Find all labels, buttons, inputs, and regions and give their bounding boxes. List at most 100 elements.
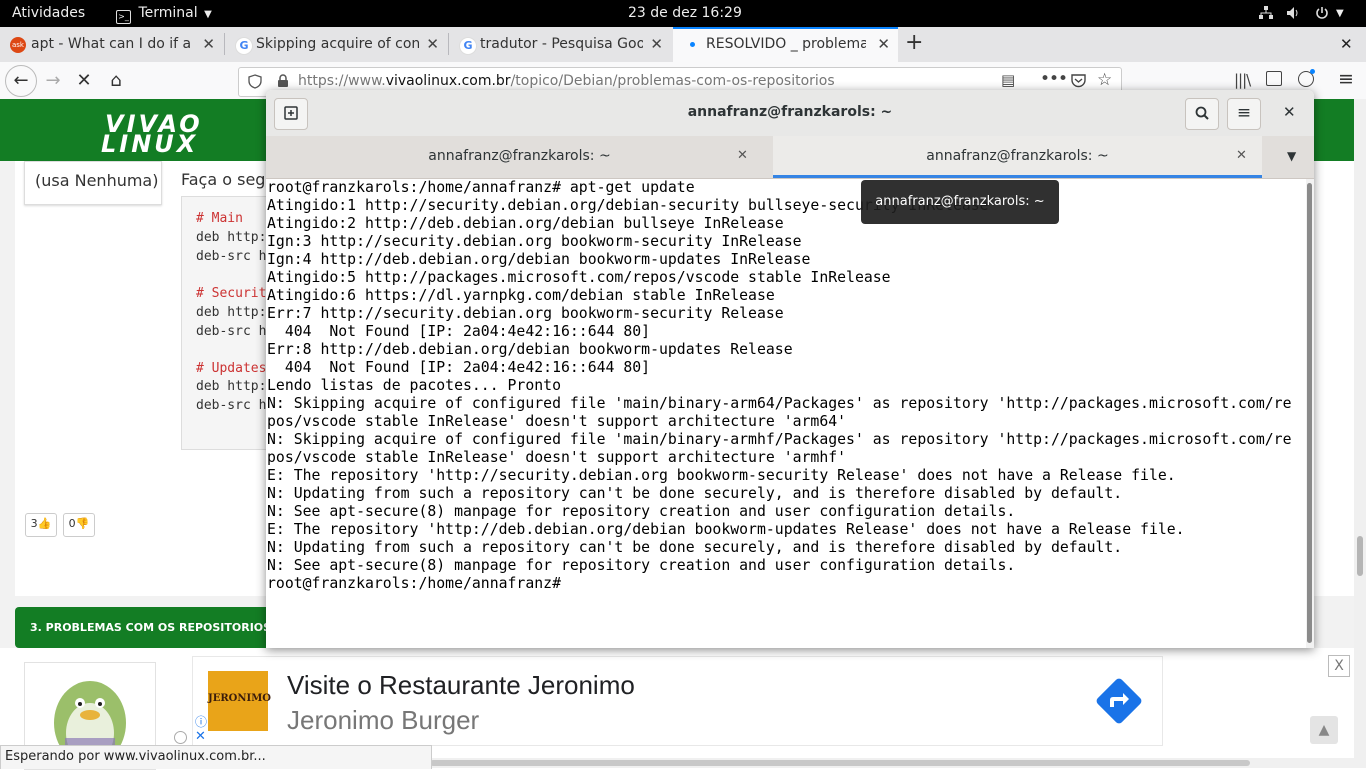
user-distro-box: (usa Nenhuma) bbox=[24, 161, 162, 205]
library-icon[interactable]: |||\ bbox=[1234, 71, 1251, 89]
downvote-button[interactable]: 0👎 bbox=[63, 513, 95, 537]
terminal-tab-label: annafranz@franzkarols: ~ bbox=[926, 148, 1109, 164]
code-line: deb-src h bbox=[196, 249, 267, 264]
terminal-scrollbar-thumb[interactable] bbox=[1307, 183, 1312, 643]
terminal-line: Atingido:6 https://dl.yarnpkg.com/debian… bbox=[267, 287, 775, 304]
terminal-line: N: See apt-secure(8) manpage for reposit… bbox=[267, 557, 1016, 574]
close-tab-icon[interactable]: ✕ bbox=[1236, 148, 1247, 163]
terminal-line: pos/vscode stable InRelease' doesn't sup… bbox=[267, 413, 847, 430]
new-tab-icon[interactable]: + bbox=[905, 31, 923, 55]
shield-icon[interactable] bbox=[248, 74, 262, 89]
terminal-window-title: annafranz@franzkarols: ~ bbox=[687, 104, 893, 120]
url-path: /topico/Debian/problemas-com-os-reposito… bbox=[510, 73, 835, 89]
loading-dot-icon bbox=[690, 42, 695, 47]
terminal-line: Atingido:5 http://packages.microsoft.com… bbox=[267, 269, 891, 286]
code-line: deb http: bbox=[196, 379, 267, 394]
terminal-line: Err:7 http://security.debian.org bookwor… bbox=[267, 305, 784, 322]
code-comment: # Securit bbox=[196, 286, 267, 301]
radio-option[interactable] bbox=[174, 731, 187, 744]
terminal-line: 404 Not Found [IP: 2a04:4e42:16::644 80] bbox=[267, 359, 651, 376]
scroll-to-top-icon[interactable]: ▲ bbox=[1310, 716, 1338, 744]
browser-tab-4-active[interactable]: RESOLVIDO _ problema ✕ bbox=[673, 27, 898, 63]
terminal-scrollbar[interactable] bbox=[1306, 179, 1314, 648]
page-scrollbar[interactable] bbox=[1354, 99, 1366, 758]
tab-title: apt - What can I do if a re bbox=[31, 36, 191, 52]
downvote-count: 0 bbox=[68, 517, 76, 530]
hamburger-menu-icon: ≡ bbox=[1236, 103, 1252, 123]
app-name-label: Terminal bbox=[138, 5, 198, 21]
tab-list-chevron-icon[interactable]: ▼ bbox=[1287, 149, 1296, 163]
home-icon[interactable]: ⌂ bbox=[102, 67, 130, 95]
browser-tab-2[interactable]: G Skipping acquire of confi ✕ bbox=[225, 27, 447, 62]
jeronimo-logo: JERONIMO bbox=[208, 671, 271, 731]
pocket-icon[interactable] bbox=[1071, 74, 1086, 88]
ad-subtitle: Jeronimo Burger bbox=[287, 705, 480, 735]
code-comment: # Main bbox=[196, 211, 243, 226]
ad-dismiss-button[interactable]: X bbox=[1328, 655, 1350, 677]
clock[interactable]: 23 de dez 16:29 bbox=[628, 5, 742, 22]
terminal-tab-label: annafranz@franzkarols: ~ bbox=[428, 148, 611, 164]
terminal-line: E: The repository 'http://deb.debian.org… bbox=[267, 521, 1185, 538]
thumbs-up-icon: 👍 bbox=[37, 517, 52, 530]
network-wired-icon[interactable] bbox=[1259, 6, 1273, 20]
vivaolinux-logo[interactable]: VIVAO LINUX bbox=[101, 112, 203, 156]
section-title: 3. PROBLEMAS COM OS REPOSITORIOS bbox=[30, 621, 272, 634]
close-tab-icon[interactable]: ✕ bbox=[650, 35, 663, 53]
terminal-line: Ign:3 http://security.debian.org bookwor… bbox=[267, 233, 802, 250]
close-window-icon[interactable]: ✕ bbox=[1340, 35, 1353, 53]
terminal-output[interactable]: root@franzkarols:/home/annafranz# apt-ge… bbox=[266, 179, 1306, 648]
browser-tab-3[interactable]: G tradutor - Pesquisa Goog ✕ bbox=[449, 27, 671, 62]
back-arrow-icon[interactable]: ← bbox=[5, 65, 37, 97]
terminal-line: root@franzkarols:/home/annafranz# apt-ge… bbox=[267, 179, 695, 196]
directions-icon[interactable] bbox=[1095, 677, 1143, 725]
search-button[interactable] bbox=[1185, 98, 1219, 130]
sidebar-icon[interactable] bbox=[1266, 71, 1282, 86]
close-window-icon[interactable]: ✕ bbox=[1283, 103, 1296, 121]
terminal-tab-bar: annafranz@franzkarols: ~ ✕ annafranz@fra… bbox=[266, 136, 1314, 179]
terminal-line: Ign:4 http://deb.debian.org/debian bookw… bbox=[267, 251, 811, 268]
h-scrollbar-thumb[interactable] bbox=[430, 760, 1250, 766]
ad-info-icon[interactable]: ⓘ bbox=[195, 713, 207, 730]
terminal-line: Atingido:2 http://deb.debian.org/debian … bbox=[267, 215, 784, 232]
url-text: https://www.vivaolinux.com.br/topico/Deb… bbox=[298, 73, 835, 89]
upvote-button[interactable]: 3👍 bbox=[25, 513, 57, 537]
ad-close-icon[interactable]: ✕ bbox=[195, 729, 206, 744]
ad-title: Visite o Restaurante Jeronimo bbox=[287, 670, 635, 700]
google-icon: G bbox=[459, 37, 477, 55]
lock-icon[interactable] bbox=[277, 74, 289, 88]
activities-button[interactable]: Atividades bbox=[12, 5, 85, 22]
stop-loading-icon[interactable]: ✕ bbox=[70, 67, 98, 95]
system-menu-chevron-icon[interactable]: ▼ bbox=[1336, 5, 1344, 22]
ad-banner[interactable]: JERONIMO Visite o Restaurante Jeronimo J… bbox=[192, 656, 1163, 746]
terminal-header-bar[interactable]: annafranz@franzkarols: ~ ≡ ✕ bbox=[266, 90, 1314, 137]
terminal-line: E: The repository 'http://security.debia… bbox=[267, 467, 1176, 484]
terminal-window[interactable]: annafranz@franzkarols: ~ ≡ ✕ annafranz@f… bbox=[266, 90, 1314, 648]
gnome-top-bar: Atividades >_ Terminal ▼ 23 de dez 16:29… bbox=[0, 0, 1366, 27]
tab-title: RESOLVIDO _ problema bbox=[706, 36, 866, 52]
power-icon[interactable] bbox=[1315, 6, 1329, 20]
account-badge-dot-icon bbox=[1310, 69, 1315, 74]
volume-icon[interactable] bbox=[1286, 6, 1300, 20]
page-actions-icon[interactable]: ••• bbox=[1040, 69, 1068, 89]
browser-tab-1[interactable]: ask apt - What can I do if a re ✕ bbox=[0, 27, 223, 62]
terminal-app-menu[interactable]: >_ Terminal ▼ bbox=[116, 5, 212, 24]
user-distro-label: (usa Nenhuma) bbox=[35, 171, 159, 190]
close-tab-icon[interactable]: ✕ bbox=[202, 35, 215, 53]
reader-view-icon[interactable]: ▤ bbox=[1001, 71, 1015, 89]
upvote-count: 3 bbox=[30, 517, 38, 530]
hamburger-menu-icon[interactable]: ≡ bbox=[1338, 68, 1354, 90]
bookmark-star-icon[interactable]: ☆ bbox=[1097, 70, 1112, 90]
forward-arrow-icon[interactable]: → bbox=[39, 67, 67, 95]
close-tab-icon[interactable]: ✕ bbox=[426, 35, 439, 53]
scrollbar-thumb[interactable] bbox=[1357, 536, 1363, 576]
horizontal-scrollbar[interactable] bbox=[430, 758, 1366, 768]
close-tab-icon[interactable]: ✕ bbox=[737, 148, 748, 163]
terminal-tab-1[interactable]: annafranz@franzkarols: ~ ✕ bbox=[266, 136, 773, 178]
close-tab-icon[interactable]: ✕ bbox=[877, 35, 890, 53]
tab-tooltip: annafranz@franzkarols: ~ bbox=[861, 180, 1059, 224]
thumbs-down-icon: 👎 bbox=[75, 517, 90, 530]
hamburger-menu-button[interactable]: ≡ bbox=[1227, 98, 1261, 130]
terminal-app-icon: >_ bbox=[116, 10, 131, 24]
terminal-tab-2-active[interactable]: annafranz@franzkarols: ~ ✕ bbox=[773, 136, 1262, 178]
terminal-line: N: Updating from such a repository can't… bbox=[267, 539, 1123, 556]
